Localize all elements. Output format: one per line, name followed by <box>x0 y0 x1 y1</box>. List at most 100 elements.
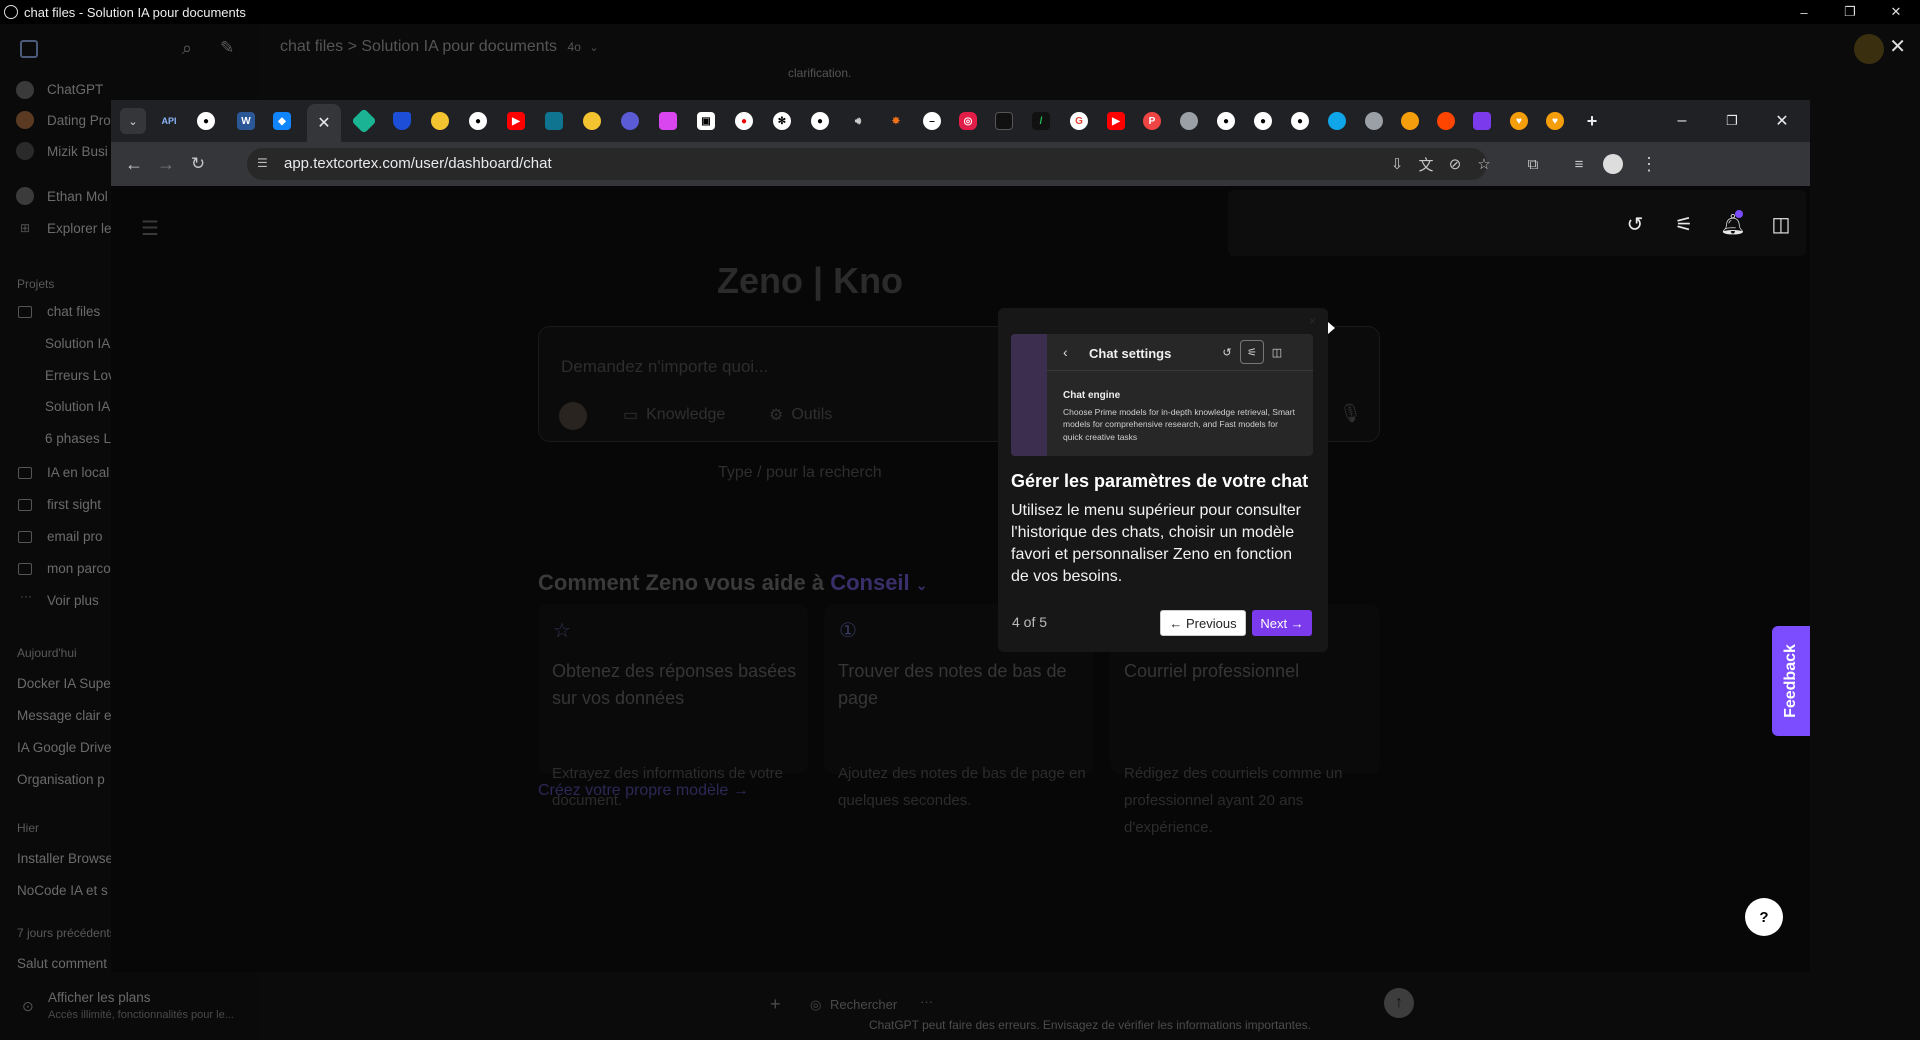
tab-site[interactable]: ◎ <box>959 112 977 130</box>
bell-icon[interactable]: 🔔︎ <box>1719 210 1747 238</box>
history-item[interactable]: IA Google Drive <box>17 740 117 755</box>
browser-restore-button[interactable]: ❐ <box>1707 100 1757 142</box>
sidebar-toggle-icon[interactable] <box>20 40 38 58</box>
tab-word[interactable]: W <box>237 112 255 130</box>
sidebar-item-chatgpt[interactable]: ChatGPT <box>47 82 147 97</box>
tab-site[interactable] <box>583 112 601 130</box>
knowledge-button[interactable]: ▭ Knowledge <box>623 405 725 425</box>
model-label[interactable]: 4o <box>568 40 581 54</box>
history-item[interactable]: Docker IA Supe <box>17 676 117 691</box>
history-icon[interactable]: ↺ <box>1621 210 1649 238</box>
category-dropdown[interactable]: Conseil ⌄ <box>830 570 927 595</box>
plus-button[interactable]: + <box>770 994 781 1015</box>
tab-github[interactable]: ● <box>469 112 487 130</box>
translate-icon[interactable]: 文 <box>1414 152 1438 176</box>
profile-avatar[interactable] <box>1603 154 1623 174</box>
media-control-icon[interactable]: ≡ <box>1567 152 1591 176</box>
tab-site[interactable] <box>995 112 1013 130</box>
forward-button[interactable]: → <box>153 151 179 177</box>
new-tab-button[interactable]: + <box>1583 111 1601 131</box>
tab-github[interactable]: ● <box>197 112 215 130</box>
tab-site[interactable]: ▣ <box>697 112 715 130</box>
send-button[interactable]: ↑ <box>1384 988 1414 1018</box>
tab-site[interactable] <box>1401 112 1419 130</box>
history-item[interactable]: Message clair e <box>17 708 117 723</box>
url-text[interactable]: app.textcortex.com/user/dashboard/chat <box>284 155 552 172</box>
more-tools-button[interactable]: ··· <box>920 994 933 1009</box>
install-app-icon[interactable]: ⇩ <box>1385 152 1409 176</box>
prompt-input[interactable]: Demandez n'importe quoi... <box>561 357 768 377</box>
breadcrumb-path[interactable]: chat files > Solution IA pour documents <box>280 38 557 55</box>
tab-site[interactable]: ✻ <box>773 112 791 130</box>
extensions-icon[interactable]: ⧉ <box>1521 152 1545 176</box>
address-bar[interactable]: ☰ app.textcortex.com/user/dashboard/chat… <box>247 148 1491 180</box>
plans-title[interactable]: Afficher les plans <box>48 990 151 1005</box>
tab-globe[interactable] <box>1365 112 1383 130</box>
help-button[interactable]: ? <box>1745 898 1783 936</box>
tab-audio[interactable]: 🔊︎ <box>849 112 867 130</box>
tab-github[interactable]: ● <box>1254 112 1272 130</box>
tab-reddit[interactable] <box>1437 112 1455 130</box>
settings-sliders-icon[interactable]: ⚟ <box>1670 210 1698 238</box>
tab-site[interactable] <box>621 112 639 130</box>
model-avatar[interactable] <box>559 402 587 430</box>
reload-button[interactable]: ↻ <box>185 151 211 177</box>
bookmark-star-icon[interactable]: ☆ <box>1472 152 1496 176</box>
tour-close-button[interactable]: × <box>1309 314 1316 328</box>
tab-site[interactable]: P <box>1143 112 1161 130</box>
tab-record[interactable]: ● <box>735 112 753 130</box>
template-card[interactable]: ☆ Obtenez des réponses basées sur vos do… <box>538 604 808 809</box>
minimize-button[interactable]: – <box>1784 0 1824 24</box>
tab-github[interactable]: ● <box>1217 112 1235 130</box>
eye-off-icon[interactable]: ⊘ <box>1443 152 1467 176</box>
menu-icon[interactable]: ☰ <box>141 216 161 241</box>
tab-site[interactable]: / <box>1032 112 1050 130</box>
project-chat-item[interactable]: Solution IA <box>45 399 117 414</box>
split-view-icon[interactable]: ◫ <box>1767 210 1795 238</box>
create-model-link[interactable]: Créez votre propre modèle → <box>538 782 749 800</box>
project-chat-item[interactable]: Solution IA <box>45 336 117 351</box>
close-icon[interactable]: ✕ <box>1889 34 1906 59</box>
restore-button[interactable]: ❐ <box>1830 0 1870 24</box>
browser-close-button[interactable]: ✕ <box>1757 100 1807 142</box>
tab-site[interactable] <box>1328 112 1346 130</box>
tab-github[interactable]: ● <box>1291 112 1309 130</box>
site-info-icon[interactable]: ☰ <box>257 156 273 172</box>
new-chat-icon[interactable]: ✎ <box>220 38 234 58</box>
tab-site[interactable] <box>659 112 677 130</box>
feedback-tab[interactable]: Feedback <box>1772 626 1810 736</box>
tab-api[interactable]: API <box>160 112 178 130</box>
close-window-button[interactable]: ✕ <box>1876 0 1916 24</box>
search-icon[interactable]: ⌕ <box>182 38 192 59</box>
user-avatar[interactable] <box>1854 34 1884 64</box>
tab-youtube[interactable]: ▶ <box>507 112 525 130</box>
tab-globe[interactable] <box>1180 112 1198 130</box>
microphone-icon[interactable]: 🎙︎ <box>1339 403 1362 424</box>
browser-menu-icon[interactable]: ⋮ <box>1637 152 1661 176</box>
history-item[interactable]: NoCode IA et s <box>17 883 117 898</box>
tab-site[interactable]: ✸ <box>887 112 905 130</box>
tools-button[interactable]: ⚙ Outils <box>769 405 832 425</box>
tab-shield[interactable] <box>393 112 411 130</box>
tab-site[interactable] <box>545 112 563 130</box>
browser-minimize-button[interactable]: – <box>1657 100 1707 142</box>
tab-site[interactable] <box>1473 112 1491 130</box>
tab-site[interactable] <box>351 108 377 134</box>
back-button[interactable]: ← <box>121 151 147 177</box>
history-item[interactable]: Organisation p <box>17 772 117 787</box>
previous-button[interactable]: ← Previous <box>1160 610 1246 636</box>
history-item[interactable]: Installer Browse <box>17 851 117 866</box>
tab-active-close[interactable]: ✕ <box>307 104 341 142</box>
tab-site[interactable]: ♥ <box>1510 112 1528 130</box>
tab-site[interactable] <box>431 112 449 130</box>
project-chat-item[interactable]: 6 phases L <box>45 431 117 446</box>
tab-bluesky[interactable]: ◆ <box>273 112 291 130</box>
tab-site[interactable]: ♥ <box>1546 112 1564 130</box>
project-chat-item[interactable]: Erreurs Lov <box>45 368 117 383</box>
tab-youtube[interactable]: ▶ <box>1107 112 1125 130</box>
tab-google[interactable]: G <box>1070 112 1088 130</box>
tab-github[interactable]: ● <box>811 112 829 130</box>
tab-site[interactable]: – <box>923 112 941 130</box>
search-web-button[interactable]: Rechercher <box>830 997 897 1012</box>
next-button[interactable]: Next → <box>1252 610 1312 636</box>
